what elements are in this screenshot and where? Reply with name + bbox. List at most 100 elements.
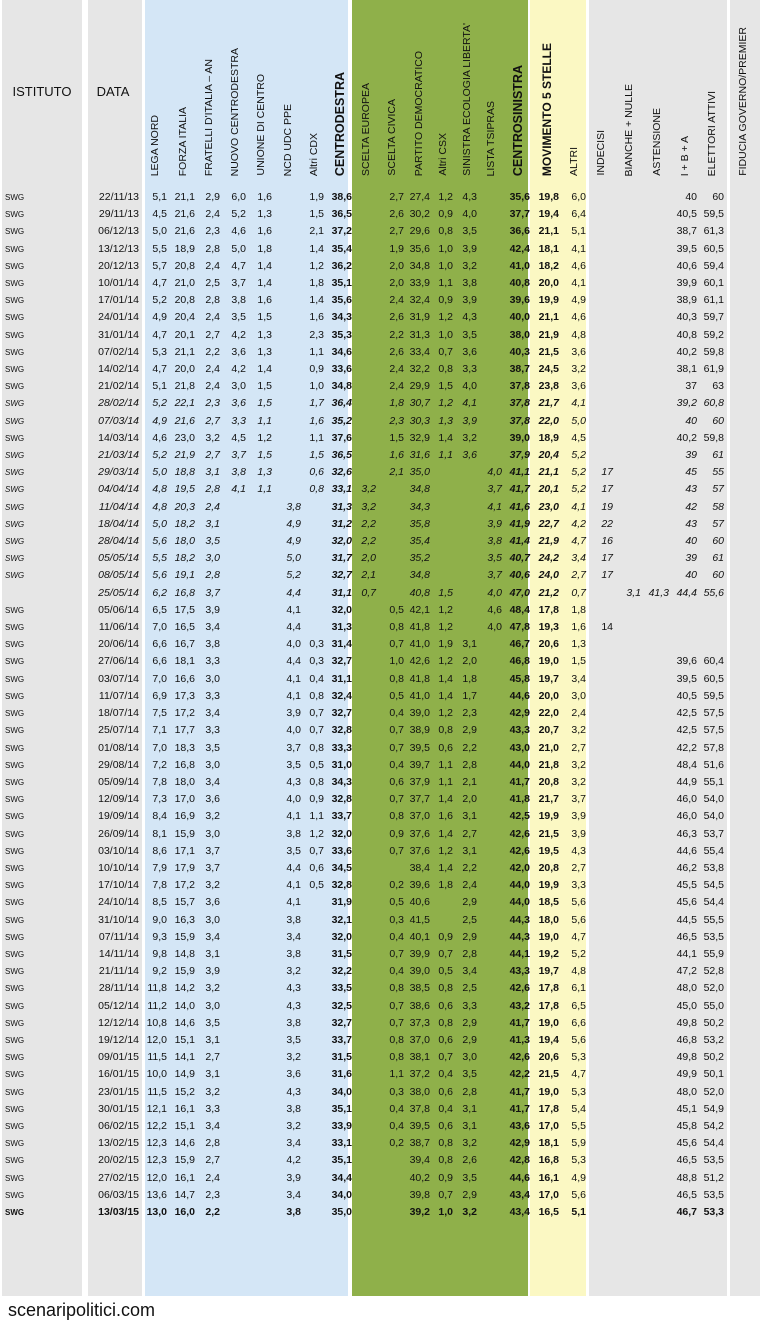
cell-altricdx: 1,7 <box>309 397 324 410</box>
cell-ncd <box>222 1135 248 1152</box>
cell-fdi: 2,5 <box>205 277 220 290</box>
cell-bianche <box>615 963 643 980</box>
cell-tsipras: 3,5 <box>487 552 502 565</box>
cell-csx: 40,6 <box>509 569 530 582</box>
cell-ist: SWG <box>5 1053 25 1063</box>
cell-sel: 2,9 <box>462 1033 477 1046</box>
cell-ncd <box>222 791 248 808</box>
cell-sc: 1,8 <box>389 397 404 410</box>
cell-ln: 7,5 <box>152 707 167 720</box>
cell-pd: 35,6 <box>409 242 430 255</box>
cell-indecisi: 17 <box>601 552 613 565</box>
cell-tsipras <box>479 912 504 929</box>
cell-sc <box>378 585 406 602</box>
column-header-fi: FORZA ITALIA <box>169 0 197 182</box>
cell-elettori: 63 <box>712 380 724 393</box>
cell-se <box>354 791 378 808</box>
cell-astensione <box>643 1101 671 1118</box>
cell-sel <box>455 516 479 533</box>
cell-ncdudc: 3,8 <box>286 500 301 513</box>
cell-ncd: 3,6 <box>231 345 246 358</box>
cell-cdx: 34,6 <box>331 345 352 358</box>
cell-ncd <box>222 929 248 946</box>
cell-iba: 45,5 <box>676 879 697 892</box>
cell-altri: 5,3 <box>571 1085 586 1098</box>
cell-sel: 3,1 <box>462 1119 477 1132</box>
column-label-indecisi: INDECISI <box>595 130 608 176</box>
cell-fiducia <box>726 722 760 739</box>
cell-fdi: 3,9 <box>205 965 220 978</box>
cell-altricdx <box>303 1049 326 1066</box>
cell-altricdx: 1,1 <box>309 431 324 444</box>
column-header-bianche: BIANCHE + NULLE <box>615 0 643 182</box>
cell-bianche <box>615 533 643 550</box>
cell-csx: 44,3 <box>509 930 530 943</box>
table-row: SWG 31/01/14 4,7 20,1 2,7 4,2 1,3 2,3 35,3 2,2 31,… <box>0 327 760 344</box>
cell-altri: 4,1 <box>571 397 586 410</box>
cell-altri: 5,6 <box>571 1188 586 1201</box>
cell-ist: SWG <box>5 399 25 409</box>
cell-tsipras <box>479 1170 504 1187</box>
cell-bianche <box>615 860 643 877</box>
cell-altricsx: 0,8 <box>438 1016 453 1029</box>
cell-data: 14/03/14 <box>98 431 139 444</box>
cell-fi: 16,7 <box>174 638 195 651</box>
cell-bianche <box>615 275 643 292</box>
cell-fiducia <box>726 929 760 946</box>
cell-fdi: 3,1 <box>205 947 220 960</box>
cell-altricdx <box>303 1066 326 1083</box>
cell-data: 19/12/14 <box>98 1033 139 1046</box>
cell-tsipras <box>479 1084 504 1101</box>
cell-ncdudc: 3,9 <box>286 707 301 720</box>
cell-astensione <box>643 1066 671 1083</box>
cell-csx: 42,6 <box>509 844 530 857</box>
cell-se: 2,2 <box>361 535 376 548</box>
table-row: SWG 20/06/14 6,6 16,7 3,8 4,0 0,3 31,4 0,7 41,0 1,… <box>0 636 760 653</box>
cell-ist: SWG <box>5 519 25 529</box>
cell-altricdx <box>303 1084 326 1101</box>
cell-altricsx <box>432 464 455 481</box>
cell-elettori: 51,2 <box>703 1171 724 1184</box>
cell-tsipras <box>479 929 504 946</box>
cell-elettori: 55 <box>712 466 724 479</box>
table-row: SWG 29/11/13 4,5 21,6 2,4 5,2 1,3 1,5 36,5 2,6 30,… <box>0 206 760 223</box>
cell-fi: 16,0 <box>174 1205 195 1218</box>
cell-m5s: 19,9 <box>538 879 559 892</box>
cell-iba: 44,4 <box>676 586 697 599</box>
cell-indecisi <box>588 1032 615 1049</box>
cell-m5s: 20,8 <box>538 775 559 788</box>
cell-ncd: 4,5 <box>231 431 246 444</box>
cell-altri: 3,6 <box>571 345 586 358</box>
cell-ncdudc: 3,4 <box>286 1137 301 1150</box>
cell-ln: 6,6 <box>152 638 167 651</box>
cell-bianche <box>615 808 643 825</box>
cell-tsipras: 3,7 <box>487 569 502 582</box>
cell-bianche <box>615 223 643 240</box>
cell-altricdx: 1,1 <box>309 345 324 358</box>
cell-fi: 22,1 <box>174 397 195 410</box>
cell-se <box>354 275 378 292</box>
cell-astensione <box>643 550 671 567</box>
cell-csx: 42,2 <box>509 1068 530 1081</box>
footer-source: scenaripolitici.com <box>8 1300 156 1320</box>
cell-fiducia <box>726 980 760 997</box>
cell-astensione <box>643 1152 671 1169</box>
cell-tsipras <box>479 1118 504 1135</box>
cell-cdx: 34,3 <box>331 775 352 788</box>
cell-astensione <box>643 705 671 722</box>
cell-sc: 2,0 <box>389 259 404 272</box>
cell-ist: SWG <box>5 1104 25 1114</box>
cell-fiducia <box>726 1101 760 1118</box>
cell-sc: 2,7 <box>389 191 404 203</box>
cell-iba: 45 <box>685 466 697 479</box>
cell-astensione <box>643 327 671 344</box>
cell-ist <box>0 585 84 602</box>
cell-fdi: 2,3 <box>205 225 220 238</box>
cell-astensione <box>643 998 671 1015</box>
cell-data: 12/12/14 <box>98 1016 139 1029</box>
cell-altri: 6,5 <box>571 999 586 1012</box>
cell-indecisi <box>588 327 615 344</box>
cell-fdi: 2,4 <box>205 363 220 376</box>
cell-altricdx <box>303 602 326 619</box>
cell-astensione <box>643 533 671 550</box>
